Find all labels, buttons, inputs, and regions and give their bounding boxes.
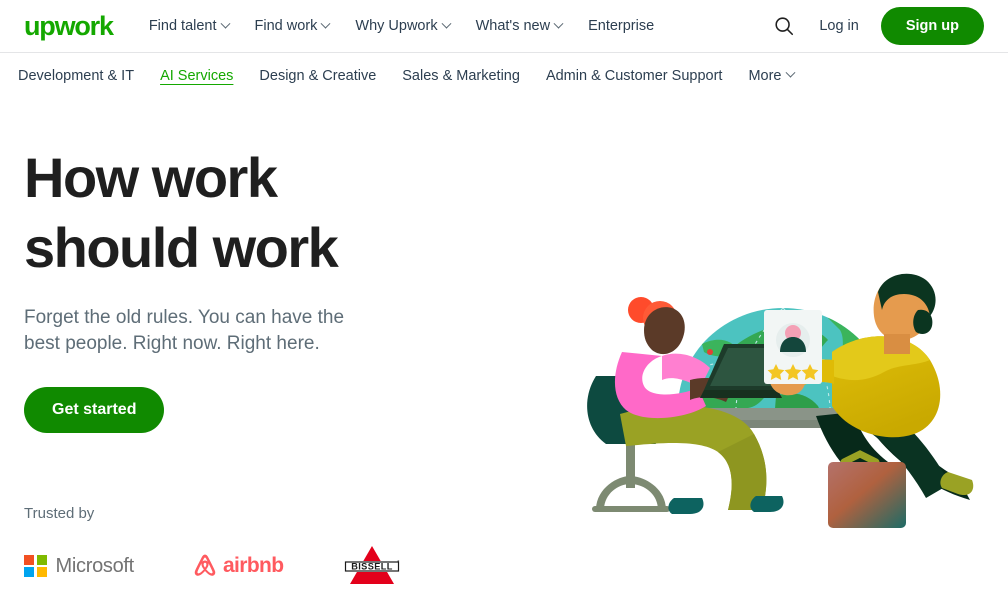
page-title: How work should work	[24, 143, 454, 283]
category-label: More	[748, 67, 782, 84]
hero-content: How work should work Forget the old rule…	[24, 98, 454, 538]
chevron-down-icon	[441, 18, 452, 29]
nav-label: What's new	[475, 18, 551, 34]
category-item-development-it[interactable]: Development & IT	[18, 68, 134, 84]
briefcase-graphic	[828, 450, 906, 528]
freelancer-profile-card	[764, 310, 822, 384]
headline-line-1: How work	[24, 146, 278, 209]
nav-item-whats-new[interactable]: What's new	[475, 18, 564, 34]
nav-label: Why Upwork	[355, 18, 438, 34]
login-link[interactable]: Log in	[819, 18, 859, 34]
headline-line-2: should work	[24, 216, 339, 279]
category-item-ai-services[interactable]: AI Services	[160, 68, 233, 84]
nav-item-enterprise[interactable]: Enterprise	[588, 18, 654, 34]
main-navigation: Find talent Find work Why Upwork What's …	[149, 18, 654, 34]
top-header: upwork Find talent Find work Why Upwork …	[0, 0, 1008, 53]
upwork-logo[interactable]: upwork	[24, 12, 114, 40]
brand-logo-list: Microsoft airbnb BISSELL *	[24, 544, 402, 588]
chevron-down-icon	[553, 18, 564, 29]
airbnb-belo-icon	[194, 554, 216, 576]
trusted-by-section: Trusted by Microsoft airbnb BISSELL *	[24, 505, 402, 588]
nav-item-why-upwork[interactable]: Why Upwork	[355, 18, 452, 34]
signup-button[interactable]: Sign up	[880, 7, 984, 45]
category-item-more[interactable]: More	[748, 67, 796, 84]
hero-subheadline: Forget the old rules. You can have the b…	[24, 307, 345, 355]
nav-item-find-work[interactable]: Find work	[254, 18, 331, 34]
brand-logo-microsoft[interactable]: Microsoft	[24, 555, 134, 578]
laptop-base	[700, 390, 782, 398]
search-icon[interactable]	[771, 13, 797, 39]
chevron-down-icon	[220, 18, 230, 29]
category-navigation: Development & IT AI Services Design & Cr…	[0, 53, 1008, 98]
nav-item-find-talent[interactable]: Find talent	[148, 18, 230, 34]
category-item-design-creative[interactable]: Design & Creative	[259, 68, 376, 84]
microsoft-wordmark: Microsoft	[55, 554, 135, 577]
brand-logo-bissell[interactable]: BISSELL *	[342, 544, 402, 588]
chevron-down-icon	[786, 67, 796, 78]
microsoft-squares-icon	[24, 554, 47, 578]
category-item-admin-customer-support[interactable]: Admin & Customer Support	[546, 68, 723, 84]
get-started-button[interactable]: Get started	[24, 387, 165, 434]
bissell-triangle-icon: BISSELL *	[343, 546, 400, 584]
trusted-by-label: Trusted by	[24, 505, 95, 522]
hero-illustration	[578, 248, 998, 558]
hero-section: How work should work Forget the old rule…	[0, 98, 1008, 538]
airbnb-wordmark: airbnb	[222, 554, 284, 577]
bissell-wordmark: BISSELL	[351, 561, 393, 571]
map-pin-icon	[707, 349, 713, 355]
nav-label: Find talent	[148, 18, 217, 34]
nav-label: Find work	[254, 18, 318, 34]
chevron-down-icon	[320, 18, 331, 29]
brand-logo-airbnb[interactable]: airbnb	[192, 552, 284, 580]
category-item-sales-marketing[interactable]: Sales & Marketing	[402, 68, 520, 84]
header-actions: Log in Sign up	[771, 7, 984, 45]
people-collaborating-globe-illustration	[587, 273, 974, 528]
nav-label: Enterprise	[588, 18, 655, 34]
